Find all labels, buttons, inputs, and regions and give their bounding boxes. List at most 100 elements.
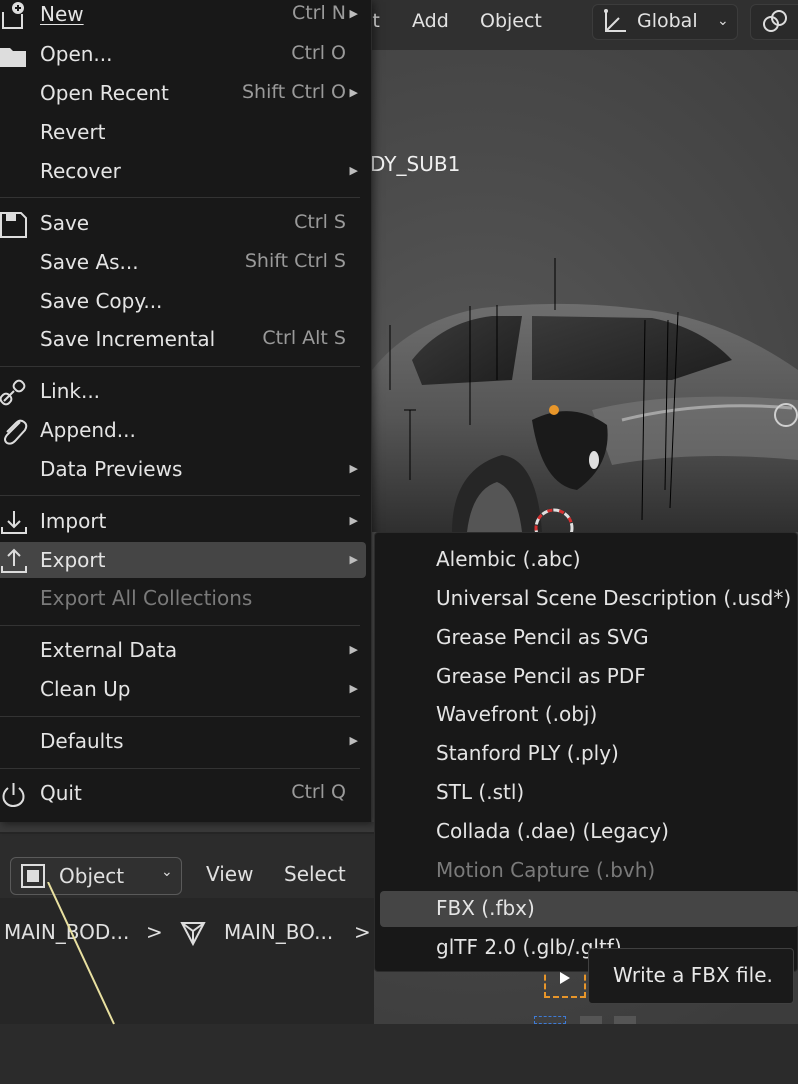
menu-item-label: New (40, 2, 84, 26)
menu-item-defaults[interactable]: Defaults ▶ (0, 723, 372, 761)
menu-separator (0, 366, 360, 367)
export-icon (1, 548, 27, 573)
menu-item-clean-up[interactable]: Clean Up ▶ (0, 671, 372, 709)
submenu-arrow-icon: ▶ (349, 86, 358, 99)
export-item-label: Grease Pencil as SVG (436, 625, 649, 649)
viewport-header: :t Add Object Global ⌄ (360, 0, 798, 50)
flag-icon (560, 972, 570, 984)
object-name-label: DY_SUB1 (370, 152, 461, 176)
link-icon (0, 379, 26, 406)
export-item-label: Motion Capture (.bvh) (436, 858, 656, 882)
submenu-arrow-icon: ▶ (349, 734, 358, 747)
menu-item-recover[interactable]: Recover ▶ (0, 153, 372, 191)
submenu-arrow-icon: ▶ (349, 164, 358, 177)
menu-item-external-data[interactable]: External Data ▶ (0, 632, 372, 670)
menu-item-save-copy[interactable]: Save Copy... (0, 283, 372, 321)
menu-item-label: Revert (40, 120, 106, 144)
menu-item-label: External Data (40, 638, 178, 662)
menu-item-open[interactable]: Open... Ctrl O (0, 36, 372, 74)
toolbar-strip (534, 1016, 644, 1024)
relationship-line (47, 882, 115, 1025)
menu-item-new[interactable]: New Ctrl N ▶ (0, 0, 372, 34)
export-item-label: Universal Scene Description (.usd*) (436, 586, 792, 610)
select-box-icon[interactable] (534, 1016, 566, 1024)
shortcut-label: Ctrl Q (291, 781, 346, 803)
menu-item-label: Append... (40, 418, 136, 442)
menu-item-open-recent[interactable]: Open Recent Shift Ctrl O ▶ (0, 75, 372, 113)
export-item-grease-pencil-pdf[interactable]: Grease Pencil as PDF (375, 658, 798, 696)
export-item-grease-pencil-svg[interactable]: Grease Pencil as SVG (375, 619, 798, 657)
export-item-stanford-ply[interactable]: Stanford PLY (.ply) (375, 735, 798, 773)
shortcut-label: Ctrl N (291, 2, 346, 24)
link-icon (763, 10, 787, 32)
menu-item-label: Data Previews (40, 457, 183, 481)
menu-item-save-as[interactable]: Save As... Shift Ctrl S (0, 244, 372, 282)
menu-separator (0, 625, 360, 626)
export-item-collada[interactable]: Collada (.dae) (Legacy) (375, 813, 798, 851)
menu-item-label: Save Copy... (40, 289, 163, 313)
mesh-icon (180, 922, 206, 947)
file-menu: New Ctrl N ▶ Open... Ctrl O Open Recent … (0, 0, 372, 822)
shortcut-label: Ctrl S (294, 211, 346, 233)
menu-item-label: Open Recent (40, 81, 169, 105)
menu-item-label: Quit (40, 781, 82, 805)
menu-item-label: Recover (40, 159, 121, 183)
shortcut-label: Ctrl Alt S (262, 327, 346, 349)
export-item-fbx[interactable]: FBX (.fbx) (375, 890, 798, 928)
tooltip: Write a FBX file. (588, 948, 794, 1004)
submenu-arrow-icon: ▶ (349, 643, 358, 656)
view-menu[interactable]: View (206, 862, 253, 886)
menu-item-export[interactable]: Export ▶ (0, 542, 372, 580)
transform-orientation-dropdown[interactable]: Global ⌄ (592, 4, 738, 40)
folder-icon (0, 48, 26, 67)
menu-item-revert[interactable]: Revert (0, 114, 372, 152)
menu-item-save[interactable]: Save Ctrl S (0, 205, 372, 243)
menu-item-save-incremental[interactable]: Save Incremental Ctrl Alt S (0, 321, 372, 359)
menu-separator (0, 495, 360, 496)
menu-item-label: Link... (40, 379, 101, 403)
menu-item-quit[interactable]: Quit Ctrl Q (0, 775, 372, 813)
select-icon[interactable] (580, 1016, 602, 1024)
menu-item-data-previews[interactable]: Data Previews ▶ (0, 451, 372, 489)
object-menu[interactable]: Object (480, 10, 542, 32)
submenu-arrow-icon: ▶ (349, 514, 358, 527)
menu-item-label: Save (40, 211, 90, 235)
submenu-arrow-icon: ▶ (349, 7, 358, 20)
chevron-down-icon: ⌄ (161, 864, 173, 880)
menu-item-label: Export (40, 548, 106, 572)
menu-item-import[interactable]: Import ▶ (0, 503, 372, 541)
menu-item-append[interactable]: Append... (0, 412, 372, 450)
outliner-panel: Object ⌄ View Select MAIN_BOD... > MAIN_… (0, 822, 374, 1025)
menu-item-link[interactable]: Link... (0, 373, 372, 411)
car-model-render (372, 250, 798, 532)
export-item-label: Wavefront (.obj) (436, 702, 598, 726)
tooltip-text: Write a FBX file. (613, 963, 773, 987)
export-item-label: Stanford PLY (.ply) (436, 741, 619, 765)
shortcut-label: Ctrl O (291, 42, 346, 64)
export-item-wavefront[interactable]: Wavefront (.obj) (375, 696, 798, 734)
paperclip-icon (4, 419, 28, 445)
select-menu[interactable]: Select (284, 862, 346, 886)
export-item-stl[interactable]: STL (.stl) (375, 774, 798, 812)
save-icon (0, 212, 27, 238)
chevron-down-icon: ⌄ (717, 13, 729, 29)
export-item-alembic[interactable]: Alembic (.abc) (375, 541, 798, 579)
export-item-label: Collada (.dae) (Legacy) (436, 819, 669, 843)
menu-item-label: Save As... (40, 250, 139, 274)
orientation-axes-icon (604, 9, 626, 32)
menu-item-label: Export All Collections (40, 586, 253, 610)
power-icon (2, 783, 25, 808)
menu-separator (0, 197, 360, 198)
select-icon-2[interactable] (614, 1016, 636, 1024)
menu-item-label: Save Incremental (40, 327, 216, 351)
export-item-label: Alembic (.abc) (436, 547, 581, 571)
add-menu[interactable]: Add (412, 10, 449, 32)
pivot-point-dropdown[interactable] (750, 4, 798, 40)
menu-item-export-all-collections: Export All Collections (0, 580, 372, 618)
submenu-arrow-icon: ▶ (349, 682, 358, 695)
new-file-icon (2, 2, 24, 29)
export-item-usd[interactable]: Universal Scene Description (.usd*) (375, 580, 798, 618)
breadcrumb-mesh[interactable]: MAIN_BO... (224, 920, 333, 944)
submenu-arrow-icon: ▶ (349, 553, 358, 566)
panel-divider[interactable] (0, 822, 374, 832)
